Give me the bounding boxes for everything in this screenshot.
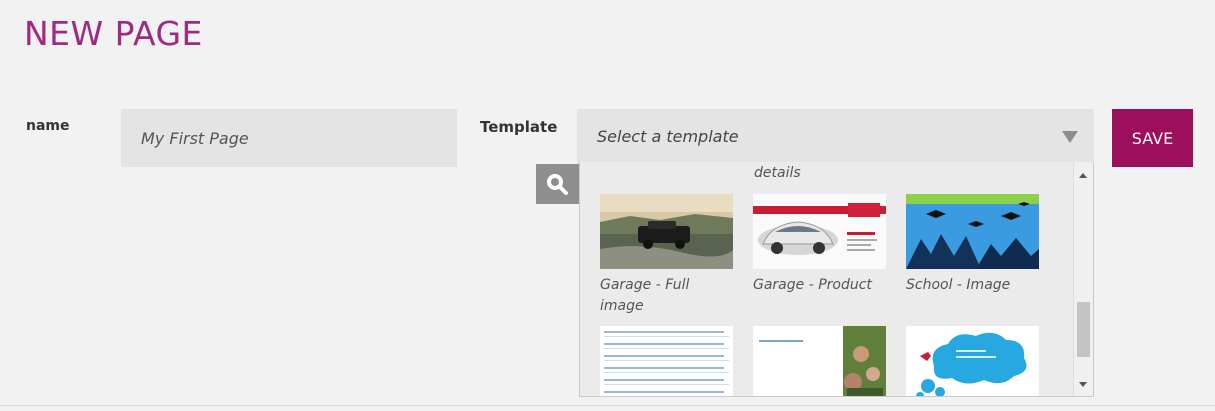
template-label: Template [480,118,558,136]
template-option-cloud[interactable] [906,326,1039,396]
template-select-text: Select a template [597,127,739,146]
template-caption: Garage - Product [753,277,872,293]
zoom-preview-button[interactable] [536,164,579,204]
divider [0,405,1215,406]
template-option-garage-full-image[interactable]: Garage - Full image [600,194,733,317]
template-thumbnail [906,326,1039,396]
template-caption: Garage - Full image [600,277,690,314]
dropdown-arrow-icon[interactable] [1062,131,1078,143]
template-thumbnail [906,194,1039,269]
template-caption: School - Image [906,277,1011,293]
template-option-garage-product[interactable]: Garage - Product [753,194,886,296]
dropdown-scrollbar[interactable] [1073,162,1093,396]
template-thumbnail [753,326,886,396]
name-label: name [26,118,70,134]
template-dropdown-list[interactable]: details Garage - Full image Garage - Pro… [579,162,1094,397]
template-group-label: details [754,165,801,181]
name-input[interactable] [121,109,457,167]
scroll-down-arrow-icon[interactable] [1079,382,1087,387]
page-title: NEW PAGE [24,14,203,53]
template-option-list[interactable] [600,326,733,396]
template-thumbnail [753,194,886,269]
template-select[interactable]: Select a template [577,109,1094,164]
magnifier-icon [547,174,568,195]
scrollbar-thumb[interactable] [1077,302,1090,357]
template-option-photo[interactable] [753,326,886,396]
scroll-up-arrow-icon[interactable] [1079,173,1087,178]
save-button[interactable]: SAVE [1112,109,1193,167]
template-thumbnail [600,194,733,269]
template-option-school-image[interactable]: School - Image [906,194,1039,296]
template-thumbnail [600,326,733,396]
